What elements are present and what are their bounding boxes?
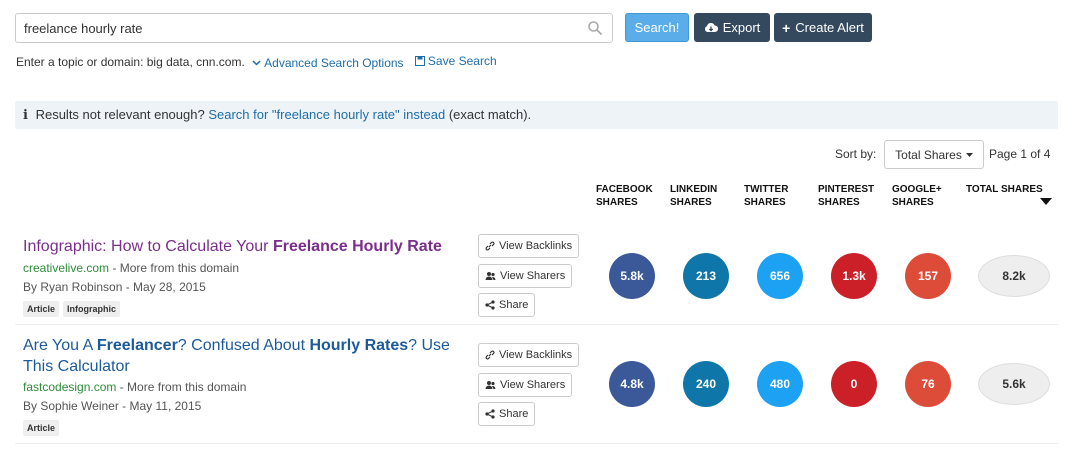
pinterest-shares-badge: 0 xyxy=(831,361,877,407)
linkedin-shares-badge: 240 xyxy=(683,361,729,407)
link-icon xyxy=(485,241,495,251)
users-icon xyxy=(485,381,496,389)
result-domain-link[interactable]: fastcodesign.com xyxy=(23,380,116,394)
linkedin-shares-badge: 213 xyxy=(683,253,729,299)
column-header-facebook[interactable]: FACEBOOK SHARES xyxy=(596,183,656,209)
relevance-prefix: Results not relevant enough? xyxy=(35,107,205,122)
result-row: Infographic: How to Calculate Your Freel… xyxy=(15,225,1058,325)
sort-desc-icon[interactable] xyxy=(1040,198,1052,205)
result-byline: By Ryan Robinson - May 28, 2015 xyxy=(23,280,206,294)
result-domain-line: fastcodesign.com - More from this domain xyxy=(23,380,246,394)
result-row: Are You A Freelancer? Confused About Hou… xyxy=(15,326,1058,444)
info-icon: i xyxy=(23,108,28,123)
sort-label: Sort by: xyxy=(835,147,877,161)
column-header-google[interactable]: GOOGLE+ SHARES xyxy=(892,183,952,209)
google-shares-badge: 76 xyxy=(905,361,951,407)
result-domain-link[interactable]: creativelive.com xyxy=(23,261,109,275)
share-icon xyxy=(485,409,495,419)
column-header-twitter[interactable]: TWITTER SHARES xyxy=(744,183,804,209)
more-from-domain-link[interactable]: - More from this domain xyxy=(109,261,239,275)
search-button[interactable]: Search! xyxy=(625,13,689,42)
save-icon xyxy=(414,56,425,66)
result-title-part: ? Confused About xyxy=(177,337,310,354)
view-sharers-button[interactable]: View Sharers xyxy=(478,373,573,397)
search-input[interactable]: freelance hourly rate xyxy=(15,13,613,43)
view-sharers-label: View Sharers xyxy=(500,379,566,391)
users-icon xyxy=(485,272,496,280)
exact-match-link[interactable]: Search for "freelance hourly rate" inste… xyxy=(208,107,445,122)
create-alert-label: Create Alert xyxy=(795,20,864,35)
twitter-shares-badge: 656 xyxy=(757,253,803,299)
relevance-notice: i Results not relevant enough? Search fo… xyxy=(15,101,1058,129)
sort-value: Total Shares xyxy=(895,147,962,162)
view-backlinks-button[interactable]: View Backlinks xyxy=(478,343,580,367)
facebook-shares-badge: 4.8k xyxy=(609,361,655,407)
result-title-link[interactable]: Are You A Freelancer? Confused About Hou… xyxy=(23,335,463,377)
link-icon xyxy=(485,350,495,360)
result-title-part: Are You A xyxy=(23,337,97,354)
save-search-link[interactable]: Save Search xyxy=(414,54,497,68)
view-sharers-button[interactable]: View Sharers xyxy=(478,264,573,288)
advanced-search-link[interactable]: Advanced Search Options xyxy=(252,56,404,70)
result-title-part: Infographic: How to Calculate Your xyxy=(23,238,273,255)
total-shares-badge: 8.2k xyxy=(978,255,1050,297)
sort-dropdown[interactable]: Total Shares xyxy=(884,140,984,169)
advanced-search-label: Advanced Search Options xyxy=(264,56,404,70)
caret-down-icon xyxy=(965,152,973,157)
view-backlinks-button[interactable]: View Backlinks xyxy=(478,234,580,258)
chevron-down-icon xyxy=(252,60,261,66)
column-header-pinterest[interactable]: PINTEREST SHARES xyxy=(818,183,878,209)
twitter-shares-badge: 480 xyxy=(757,361,803,407)
column-header-total[interactable]: TOTAL SHARES xyxy=(966,183,1056,196)
relevance-suffix: (exact match). xyxy=(448,107,532,122)
view-backlinks-label: View Backlinks xyxy=(499,240,573,252)
tag-article: Article xyxy=(23,420,60,436)
share-icon xyxy=(485,300,495,310)
tag-article: Article xyxy=(23,301,60,317)
export-label: Export xyxy=(722,20,761,35)
create-alert-button[interactable]: + Create Alert xyxy=(774,13,872,42)
result-title-highlight: Hourly Rates xyxy=(309,337,409,354)
pinterest-shares-badge: 1.3k xyxy=(831,253,877,299)
result-title-highlight: Freelancer xyxy=(96,337,178,354)
result-byline: By Sophie Weiner - May 11, 2015 xyxy=(23,399,202,413)
tag-infographic: Infographic xyxy=(63,301,121,317)
more-from-domain-link[interactable]: - More from this domain xyxy=(116,380,247,394)
search-hint-text: Enter a topic or domain: big data, cnn.c… xyxy=(16,55,245,69)
share-label: Share xyxy=(499,408,529,420)
view-backlinks-label: View Backlinks xyxy=(499,349,573,361)
share-button[interactable]: Share xyxy=(478,293,536,317)
result-title-highlight: Freelance Hourly Rate xyxy=(272,238,442,255)
pagination-info: Page 1 of 4 xyxy=(989,147,1051,161)
save-search-label: Save Search xyxy=(427,54,497,68)
total-shares-badge: 5.6k xyxy=(978,363,1050,405)
share-button[interactable]: Share xyxy=(478,402,536,426)
export-button[interactable]: Export xyxy=(694,13,770,42)
search-icon xyxy=(588,21,602,35)
plus-icon: + xyxy=(782,19,791,36)
result-title-link[interactable]: Infographic: How to Calculate Your Freel… xyxy=(23,236,463,257)
search-input-value[interactable]: freelance hourly rate xyxy=(24,21,143,36)
column-header-linkedin[interactable]: LINKEDIN SHARES xyxy=(670,183,730,209)
facebook-shares-badge: 5.8k xyxy=(609,253,655,299)
cloud-download-icon xyxy=(704,22,718,32)
share-label: Share xyxy=(499,299,529,311)
google-shares-badge: 157 xyxy=(905,253,951,299)
search-hint: Enter a topic or domain: big data, cnn.c… xyxy=(16,54,497,70)
view-sharers-label: View Sharers xyxy=(500,270,566,282)
result-domain-line: creativelive.com - More from this domain xyxy=(23,261,239,275)
